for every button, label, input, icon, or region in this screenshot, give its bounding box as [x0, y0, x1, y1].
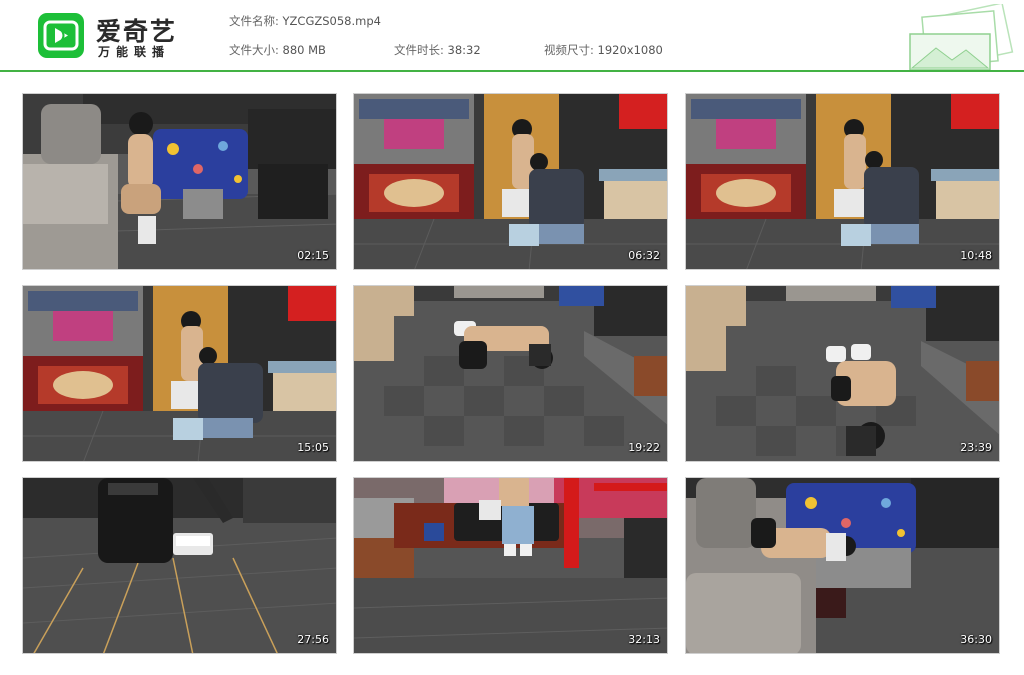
file-duration-value: 38:32	[447, 43, 481, 57]
thumbnail-timestamp: 23:39	[960, 441, 992, 454]
picture-frames-icon	[909, 4, 1014, 70]
file-name-value: YZCGZS058.mp4	[282, 14, 381, 28]
thumbnail-8[interactable]: 32:13	[353, 477, 668, 654]
thumbnail-1[interactable]: 02:15	[22, 93, 337, 270]
file-size-row: 文件大小: 880 MB	[229, 42, 326, 58]
video-dimensions-row: 视频尺寸: 1920x1080	[544, 42, 663, 58]
thumbnail-timestamp: 32:13	[628, 633, 660, 646]
file-size-label: 文件大小:	[229, 43, 279, 57]
thumbnail-timestamp: 06:32	[628, 249, 660, 262]
thumbnail-timestamp: 19:22	[628, 441, 660, 454]
file-size-value: 880 MB	[282, 43, 326, 57]
thumbnail-6[interactable]: 23:39	[685, 285, 1000, 462]
thumbnail-9[interactable]: 36:30	[685, 477, 1000, 654]
video-dimensions-value: 1920x1080	[597, 43, 663, 57]
thumbnail-5[interactable]: 19:22	[353, 285, 668, 462]
thumbnail-2[interactable]: 06:32	[353, 93, 668, 270]
thumbnail-4[interactable]: 15:05	[22, 285, 337, 462]
file-name-row: 文件名称: YZCGZS058.mp4	[229, 13, 381, 29]
thumbnail-timestamp: 02:15	[297, 249, 329, 262]
file-duration-row: 文件时长: 38:32	[394, 42, 481, 58]
file-name-label: 文件名称:	[229, 14, 279, 28]
brand-subtitle: 万能联播	[98, 45, 171, 59]
thumbnail-timestamp: 15:05	[297, 441, 329, 454]
video-dimensions-label: 视频尺寸:	[544, 43, 594, 57]
iqiyi-logo-icon	[38, 13, 84, 58]
thumbnail-timestamp: 27:56	[297, 633, 329, 646]
header-divider	[0, 70, 1024, 72]
file-duration-label: 文件时长:	[394, 43, 444, 57]
thumbnail-7[interactable]: 27:56	[22, 477, 337, 654]
header: 爱奇艺 万能联播 文件名称: YZCGZS058.mp4 文件大小: 880 M…	[0, 0, 1024, 72]
thumbnail-timestamp: 10:48	[960, 249, 992, 262]
thumbnail-timestamp: 36:30	[960, 633, 992, 646]
thumbnail-3[interactable]: 10:48	[685, 93, 1000, 270]
